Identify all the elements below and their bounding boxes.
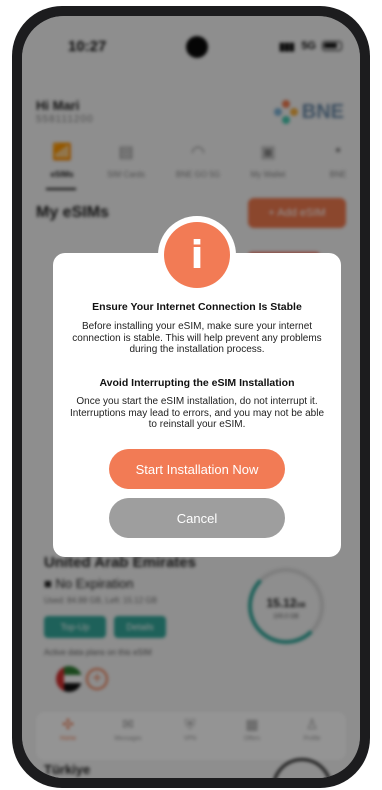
dialog-heading-interrupt: Avoid Interrupting the eSIM Installation [99,377,295,389]
info-icon: i [164,222,230,288]
screen: 10:27 ▮▮▮ 5G Hi Mari 558111200 BNE 📶 eSI… [22,16,360,778]
dialog-text-connection: Before installing your eSIM, make sure y… [72,321,322,355]
start-installation-button[interactable]: Start Installation Now [109,449,285,489]
dialog-text-interrupt: Once you start the eSIM installation, do… [69,396,325,430]
dialog-heading-connection: Ensure Your Internet Connection Is Stabl… [92,301,302,313]
cancel-button[interactable]: Cancel [109,498,285,538]
installation-warning-dialog: Ensure Your Internet Connection Is Stabl… [53,253,341,557]
phone-frame: 10:27 ▮▮▮ 5G Hi Mari 558111200 BNE 📶 eSI… [12,6,370,788]
